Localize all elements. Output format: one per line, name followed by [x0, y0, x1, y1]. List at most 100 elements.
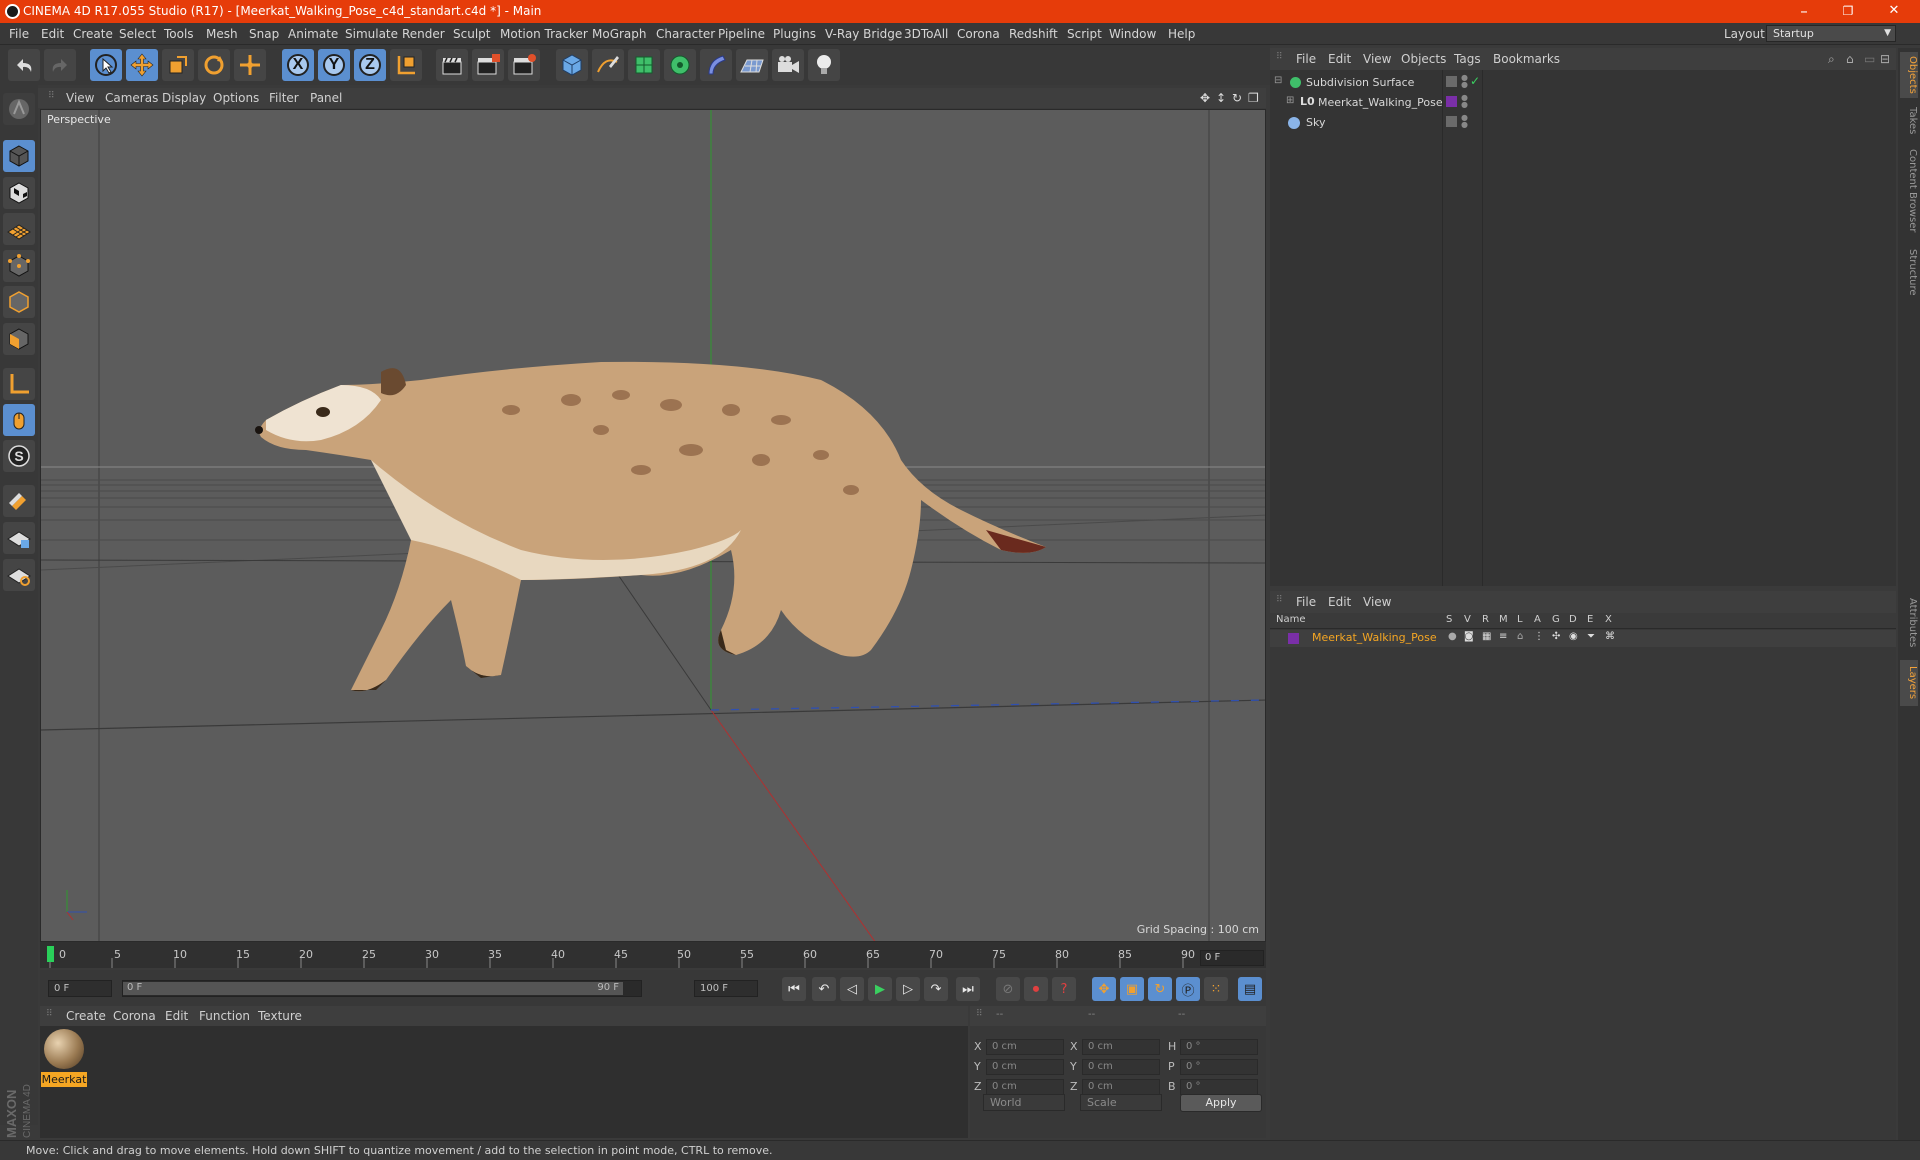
viewport-move-icon[interactable]: ✥ [1200, 91, 1210, 105]
add-cube-button[interactable] [556, 49, 588, 81]
rotation-p-field[interactable]: 0 ° [1180, 1059, 1258, 1075]
expand-icon[interactable]: ⊞ [1286, 95, 1294, 106]
object-row-subdivision-surface[interactable]: ⊟ Subdivision Surface ● ● ✓ [1270, 73, 1896, 93]
points-mode-button[interactable] [3, 250, 35, 282]
add-generator-button[interactable] [628, 49, 660, 81]
select-tool-button[interactable] [90, 49, 122, 81]
meerkat-material-preview[interactable] [44, 1029, 84, 1069]
menu-animate[interactable]: Animate [288, 27, 338, 41]
end-frame-field[interactable]: 100 F [694, 980, 758, 997]
workplane-mode-button[interactable] [3, 213, 35, 245]
size-x-field[interactable]: 0 cm [1082, 1039, 1160, 1055]
search-icon[interactable]: ⌕ [1828, 52, 1835, 67]
menu-simulate[interactable]: Simulate [345, 27, 398, 41]
minimize-button[interactable]: – [1782, 0, 1826, 23]
layer-menu-view[interactable]: View [1363, 595, 1391, 609]
lock-icon[interactable]: ⌂ [1517, 631, 1523, 642]
home-icon[interactable]: ⌂ [1846, 52, 1854, 66]
polygons-mode-button[interactable] [3, 323, 35, 355]
viewport-menu-view[interactable]: View [66, 91, 94, 105]
drag-handle-icon[interactable]: ⠿ [976, 1009, 983, 1019]
panel-menu-icon[interactable]: ⊟ [1880, 52, 1890, 66]
material-menu-corona[interactable]: Corona [113, 1009, 156, 1023]
coordinate-system-button[interactable] [390, 49, 422, 81]
key-position-button[interactable]: ✥ [1092, 977, 1116, 1001]
tweak-mode-button[interactable] [3, 404, 35, 436]
size-y-field[interactable]: 0 cm [1082, 1059, 1160, 1075]
object-menu-tags[interactable]: Tags [1454, 52, 1481, 66]
menu-snap[interactable]: Snap [249, 27, 279, 41]
menu-mograph[interactable]: MoGraph [592, 27, 647, 41]
object-row-sky[interactable]: Sky ● ● [1270, 113, 1896, 133]
menu-3dtoall[interactable]: 3DToAll [904, 27, 948, 41]
viewport-menu-cameras[interactable]: Cameras [105, 91, 158, 105]
go-to-start-button[interactable]: ⏮ [782, 977, 806, 1001]
object-name[interactable]: Meerkat_Walking_Pose [1318, 96, 1443, 109]
keyframe-selection-button[interactable]: ? [1052, 977, 1076, 1001]
menu-sculpt[interactable]: Sculpt [453, 27, 490, 41]
viewport-menu-filter[interactable]: Filter [269, 91, 299, 105]
next-key-button[interactable]: ↷ [924, 977, 948, 1001]
object-name[interactable]: Subdivision Surface [1306, 76, 1414, 89]
menu-motion-tracker[interactable]: Motion Tracker [500, 27, 588, 41]
material-menu-edit[interactable]: Edit [165, 1009, 188, 1023]
close-button[interactable]: ✕ [1872, 0, 1916, 23]
snap-button[interactable] [3, 485, 35, 517]
menu-mesh[interactable]: Mesh [206, 27, 238, 41]
render-to-picture-viewer-button[interactable] [472, 49, 504, 81]
material-name-label[interactable]: Meerkat [41, 1072, 87, 1087]
manager-list-icon[interactable]: ≡ [1499, 631, 1507, 642]
z-axis-lock-button[interactable]: Z [354, 49, 386, 81]
previous-frame-button[interactable]: ◁ [840, 977, 864, 1001]
frame-range-handle[interactable]: 0 F 90 F [123, 982, 623, 995]
eye-icon[interactable]: ◙ [1464, 631, 1474, 642]
restore-button[interactable]: ❐ [1826, 0, 1870, 23]
object-menu-edit[interactable]: Edit [1328, 52, 1351, 66]
layout-select[interactable]: Startup ▼ [1766, 25, 1896, 42]
layer-color-icon[interactable] [1288, 633, 1299, 644]
x-axis-lock-button[interactable]: X [282, 49, 314, 81]
menu-help[interactable]: Help [1168, 27, 1195, 41]
object-menu-view[interactable]: View [1363, 52, 1391, 66]
object-row-meerkat-walking-pose[interactable]: ⊞ L0 Meerkat_Walking_Pose ● ● [1270, 93, 1896, 113]
tab-takes[interactable]: Takes [1900, 104, 1918, 138]
position-z-field[interactable]: 0 cm [986, 1079, 1064, 1095]
playhead-marker[interactable] [47, 946, 54, 962]
generator-icon[interactable]: ✣ [1552, 631, 1560, 642]
rotation-b-field[interactable]: 0 ° [1180, 1079, 1258, 1095]
model-mode-button[interactable] [3, 140, 35, 172]
record-keys-button[interactable]: ⊘ [996, 977, 1020, 1001]
menu-redshift[interactable]: Redshift [1009, 27, 1058, 41]
add-mograph-button[interactable] [664, 49, 696, 81]
texture-mode-button[interactable] [3, 177, 35, 209]
visibility-dots-icon[interactable]: ● ● [1461, 94, 1468, 109]
edges-mode-button[interactable] [3, 286, 35, 318]
live-selection-button[interactable] [234, 49, 266, 81]
drag-handle-icon[interactable]: ⠿ [1276, 52, 1283, 62]
object-menu-objects[interactable]: Objects [1401, 52, 1446, 66]
menu-select[interactable]: Select [119, 27, 156, 41]
workplane-align-button[interactable] [3, 559, 35, 591]
viewport-maximize-icon[interactable]: ❐ [1248, 91, 1259, 105]
object-name[interactable]: Sky [1306, 116, 1325, 129]
autokey-button[interactable]: ⏺ [1024, 977, 1048, 1001]
layer-menu-file[interactable]: File [1296, 595, 1316, 609]
add-camera-button[interactable] [772, 49, 804, 81]
menu-character[interactable]: Character [656, 27, 715, 41]
menu-render[interactable]: Render [402, 27, 445, 41]
object-menu-bookmarks[interactable]: Bookmarks [1493, 52, 1560, 66]
next-frame-button[interactable]: ▷ [896, 977, 920, 1001]
expression-icon[interactable]: ⏷ [1587, 631, 1595, 642]
object-menu-file[interactable]: File [1296, 52, 1316, 66]
menu-pipeline[interactable]: Pipeline [718, 27, 765, 41]
visibility-dots-icon[interactable]: ● ● [1461, 74, 1468, 89]
menu-tools[interactable]: Tools [164, 27, 194, 41]
layer-name[interactable]: Meerkat_Walking_Pose [1312, 631, 1437, 644]
position-x-field[interactable]: 0 cm [986, 1039, 1064, 1055]
menu-script[interactable]: Script [1067, 27, 1102, 41]
key-rotation-button[interactable]: ↻ [1148, 977, 1172, 1001]
timeline-ruler[interactable]: 0 5 10 15 20 25 30 35 40 45 50 55 60 65 … [40, 942, 1266, 968]
coordinate-mode-select[interactable]: World [983, 1094, 1065, 1111]
add-light-button[interactable] [808, 49, 840, 81]
size-mode-select[interactable]: Scale [1080, 1094, 1162, 1111]
